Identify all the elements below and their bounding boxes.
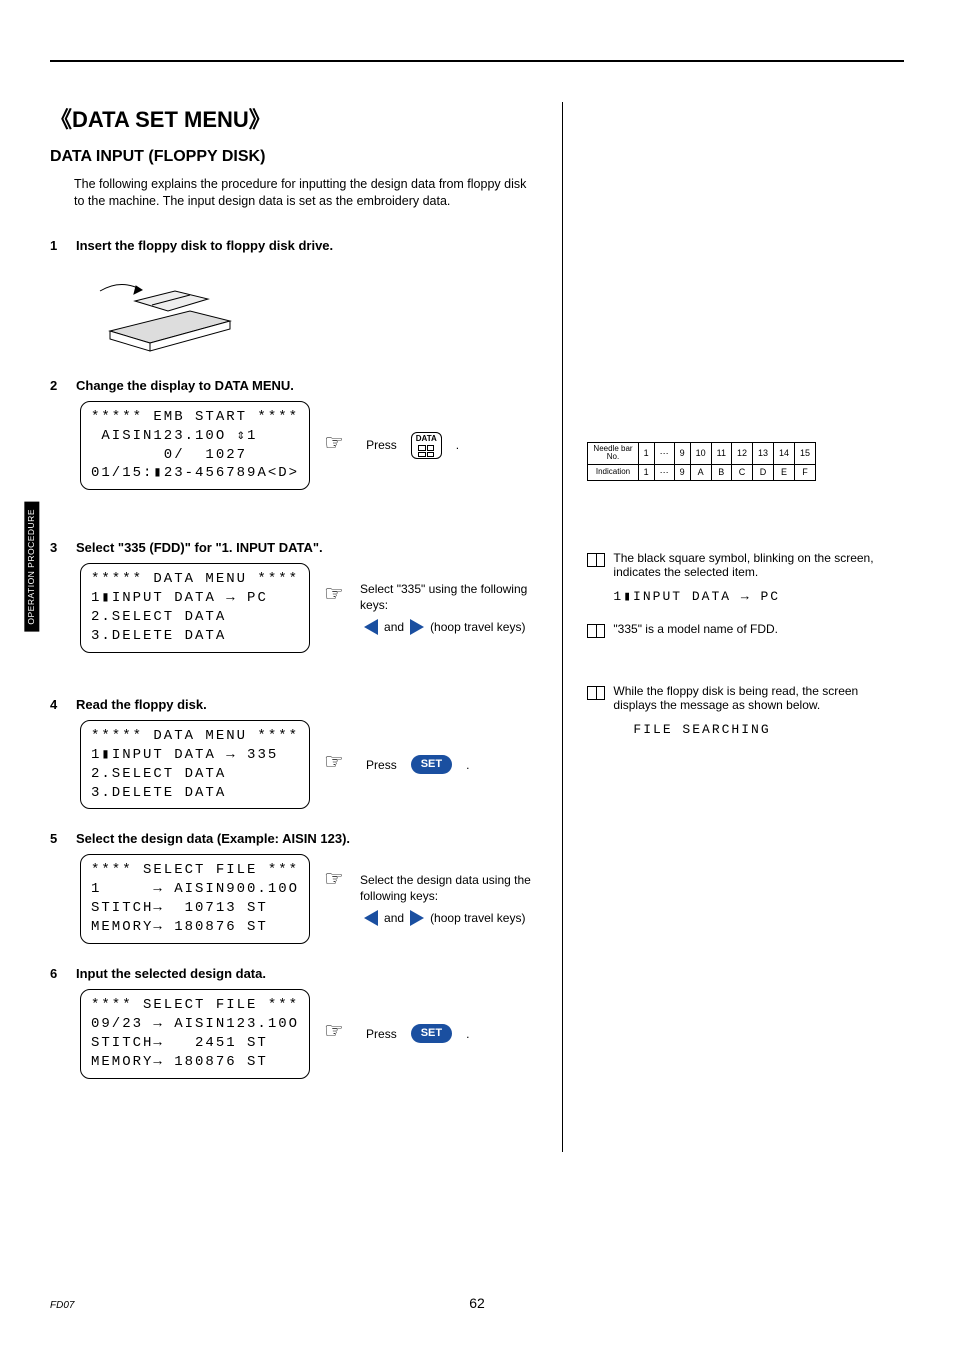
hand-icon	[324, 436, 352, 456]
intro-text: The following explains the procedure for…	[74, 176, 538, 210]
step-title: Input the selected design data.	[76, 966, 266, 981]
note-335: "335" is a model name of FDD.	[587, 622, 904, 638]
arrow-right-icon[interactable]	[410, 910, 424, 926]
lcd-line: FILE SEARCHING	[633, 722, 904, 737]
press-label: Press	[366, 1026, 397, 1042]
row-label: Needle bar No.	[588, 443, 638, 465]
set-button[interactable]: SET	[411, 755, 452, 774]
step-2: 2 Change the display to DATA MENU. *****…	[50, 378, 538, 491]
period: .	[456, 437, 459, 453]
top-rule	[50, 60, 904, 62]
step-title: Select "335 (FDD)" for "1. INPUT DATA".	[76, 540, 323, 555]
step-number: 3	[50, 540, 62, 555]
columns: OPERATION PROCEDURE 《DATA SET MENU》 DATA…	[50, 102, 904, 1152]
page-number: 62	[469, 1295, 485, 1311]
arrow-right-icon[interactable]	[410, 619, 424, 635]
and-label: and	[384, 619, 404, 635]
footer: FD07 62	[50, 1300, 904, 1311]
note-black-square: The black square symbol, blinking on the…	[587, 551, 904, 604]
step-3: 3 Select "335 (FDD)" for "1. INPUT DATA"…	[50, 540, 538, 653]
step-number: 1	[50, 238, 62, 253]
step-1: 1 Insert the floppy disk to floppy disk …	[50, 238, 538, 356]
step-title: Read the floppy disk.	[76, 697, 207, 712]
note-file-searching: While the floppy disk is being read, the…	[587, 684, 904, 737]
period: .	[466, 1026, 469, 1042]
note-text: "335" is a model name of FDD.	[613, 622, 778, 638]
lcd-screen: **** SELECT FILE *** 09/23 → AISIN123.10…	[80, 989, 310, 1079]
instruction-text: Select "335" using the following keys:	[360, 581, 538, 613]
table-row: Needle bar No. 1 ⋯ 9 10 11 12 13 14 15	[588, 443, 816, 465]
keys-label: (hoop travel keys)	[430, 910, 525, 926]
book-icon	[587, 553, 605, 567]
arrow-left-icon[interactable]	[364, 619, 378, 635]
page-title: 《DATA SET MENU》	[50, 102, 538, 134]
lcd-screen: ***** DATA MENU **** 1▮INPUT DATA → 335 …	[80, 720, 310, 810]
and-label: and	[384, 910, 404, 926]
table-row: Indication 1 ⋯ 9 A B C D E F	[588, 464, 816, 480]
step-number: 6	[50, 966, 62, 981]
arrow-left-icon[interactable]	[364, 910, 378, 926]
note-text: While the floppy disk is being read, the…	[613, 684, 904, 712]
floppy-drive-illustration	[80, 261, 250, 356]
lcd-line: 1▮INPUT DATA → PC	[613, 589, 904, 604]
keys-label: (hoop travel keys)	[430, 619, 525, 635]
right-column: Needle bar No. 1 ⋯ 9 10 11 12 13 14 15 I…	[562, 102, 904, 1152]
lcd-screen: **** SELECT FILE *** 1 → AISIN900.10O ST…	[80, 854, 310, 944]
note-text: The black square symbol, blinking on the…	[613, 551, 904, 579]
step-title: Select the design data (Example: AISIN 1…	[76, 831, 350, 846]
footer-code: FD07	[50, 1300, 74, 1311]
press-label: Press	[366, 437, 397, 453]
data-button[interactable]: DATA	[411, 432, 442, 459]
step-4: 4 Read the floppy disk. ***** DATA MENU …	[50, 697, 538, 810]
hand-icon	[324, 1024, 352, 1044]
step-5: 5 Select the design data (Example: AISIN…	[50, 831, 538, 944]
instruction-text: Select the design data using the followi…	[360, 872, 538, 904]
step-title: Change the display to DATA MENU.	[76, 378, 294, 393]
section-title: DATA INPUT (FLOPPY DISK)	[50, 148, 538, 166]
step-number: 2	[50, 378, 62, 393]
side-tab: OPERATION PROCEDURE	[24, 502, 39, 632]
step-number: 4	[50, 697, 62, 712]
hand-icon	[324, 872, 352, 892]
needle-bar-table: Needle bar No. 1 ⋯ 9 10 11 12 13 14 15 I…	[587, 442, 816, 481]
hand-icon	[324, 755, 352, 775]
step-number: 5	[50, 831, 62, 846]
set-button[interactable]: SET	[411, 1024, 452, 1043]
press-label: Press	[366, 757, 397, 773]
book-icon	[587, 624, 605, 638]
lcd-screen: ***** EMB START **** AISIN123.10O ⇕1 0/ …	[80, 401, 310, 491]
page: OPERATION PROCEDURE 《DATA SET MENU》 DATA…	[0, 0, 954, 1351]
hand-icon	[324, 587, 352, 607]
lcd-screen: ***** DATA MENU **** 1▮INPUT DATA → PC 2…	[80, 563, 310, 653]
left-column: OPERATION PROCEDURE 《DATA SET MENU》 DATA…	[50, 102, 538, 1152]
step-6: 6 Input the selected design data. **** S…	[50, 966, 538, 1079]
book-icon	[587, 686, 605, 700]
row-label: Indication	[588, 464, 638, 480]
data-button-label: DATA	[416, 435, 437, 443]
period: .	[466, 757, 469, 773]
step-title: Insert the floppy disk to floppy disk dr…	[76, 238, 333, 253]
